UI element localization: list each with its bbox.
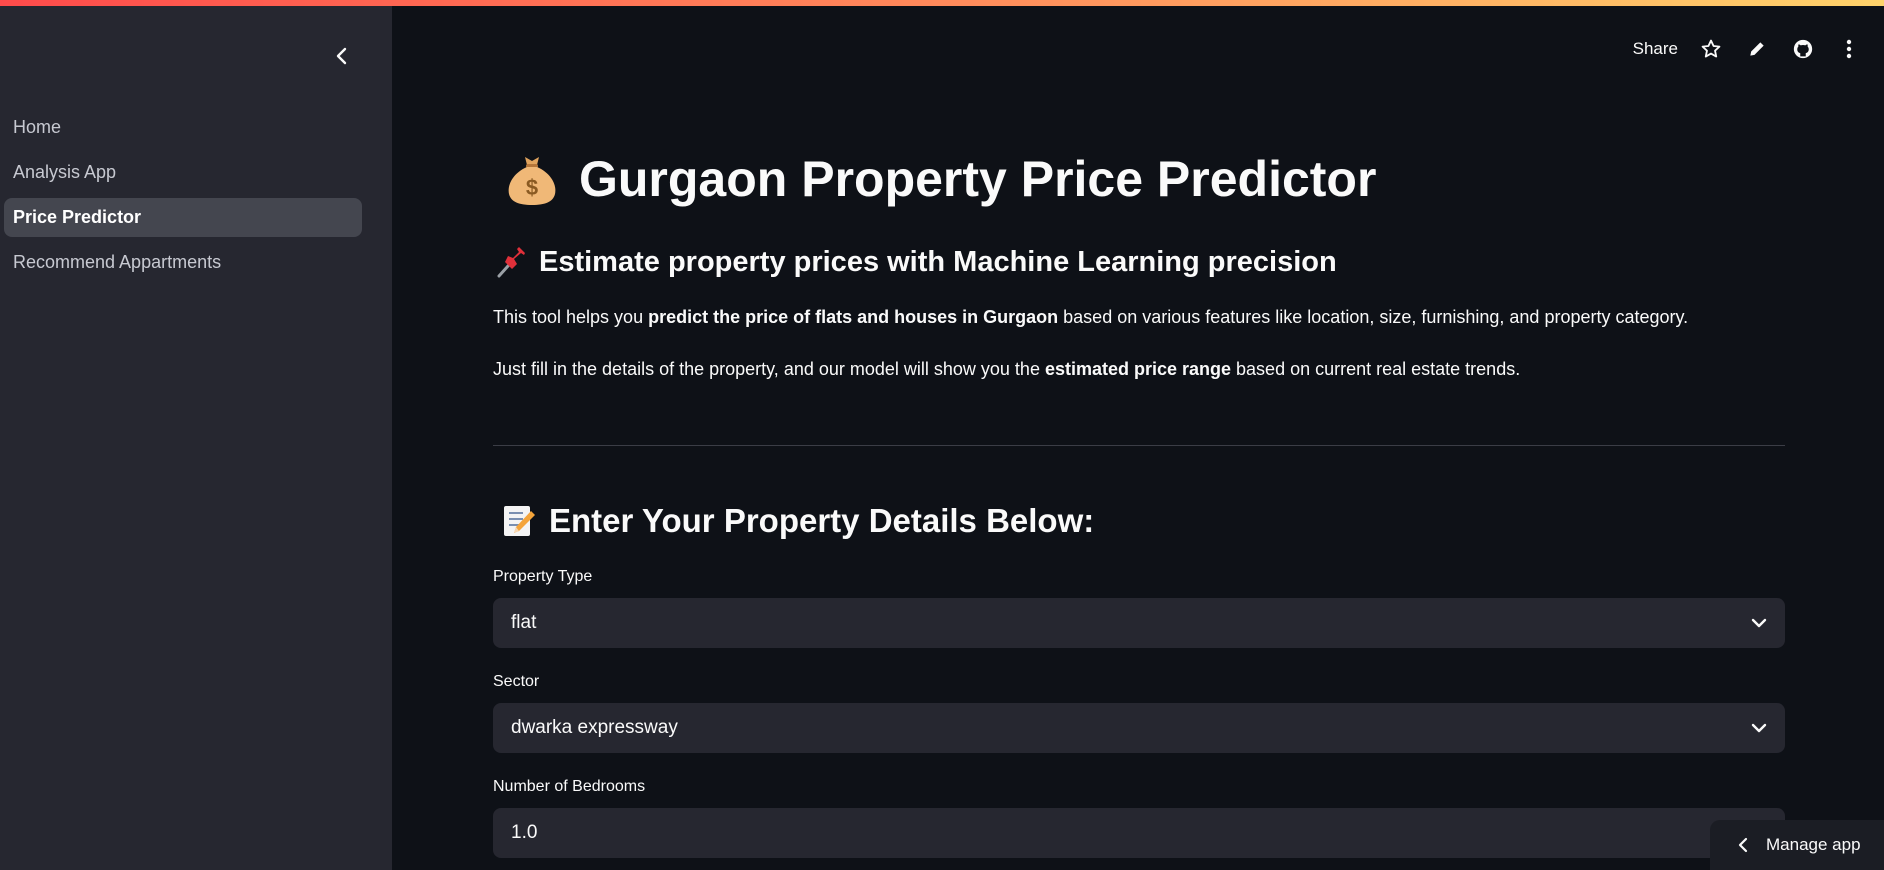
section-title: Enter Your Property Details Below: bbox=[501, 502, 1094, 540]
bedrooms-value: 1.0 bbox=[511, 822, 538, 843]
sector-label: Sector bbox=[493, 673, 540, 690]
intro-paragraph: This tool helps you predict the price of… bbox=[493, 307, 1688, 328]
chevron-left-icon bbox=[336, 47, 347, 65]
sidebar-item-price-predictor[interactable]: Price Predictor bbox=[4, 198, 362, 237]
memo-icon bbox=[501, 503, 537, 539]
sidebar-item-analysis-app[interactable]: Analysis App bbox=[4, 153, 362, 192]
pencil-icon[interactable] bbox=[1744, 36, 1770, 62]
property-type-select[interactable]: flat bbox=[493, 598, 1785, 648]
chevron-left-icon bbox=[1738, 837, 1748, 853]
svg-text:$: $ bbox=[526, 175, 538, 200]
instructions-text: Just fill in the details of the property… bbox=[493, 359, 1045, 379]
instructions-bold-text: estimated price range bbox=[1044, 359, 1232, 379]
chevron-down-icon bbox=[1751, 723, 1767, 733]
instructions-paragraph: Just fill in the details of the property… bbox=[493, 359, 1520, 380]
page-subtitle-text: Estimate property prices with Machine Le… bbox=[539, 245, 1337, 278]
manage-app-button[interactable]: Manage app bbox=[1710, 820, 1884, 870]
sector-value: dwarka expressway bbox=[511, 717, 678, 738]
section-title-text: Enter Your Property Details Below: bbox=[549, 502, 1095, 539]
manage-app-label: Manage app bbox=[1766, 835, 1861, 854]
more-vertical-icon[interactable] bbox=[1836, 36, 1862, 62]
intro-bold-text: predict the price of flats and houses in… bbox=[648, 307, 1059, 327]
divider bbox=[493, 445, 1785, 446]
star-icon[interactable] bbox=[1698, 36, 1724, 62]
bedrooms-label: Number of Bedrooms bbox=[493, 778, 646, 795]
header-actions: Share bbox=[1633, 34, 1862, 64]
page-subtitle: Estimate property prices with Machine Le… bbox=[495, 245, 1337, 279]
property-type-label: Property Type bbox=[493, 568, 593, 585]
intro-text-end: based on various features like location,… bbox=[1058, 307, 1689, 327]
sector-select[interactable]: dwarka expressway bbox=[493, 703, 1785, 753]
intro-text: This tool helps you bbox=[493, 307, 649, 327]
github-icon[interactable] bbox=[1790, 36, 1816, 62]
page-title-text: Gurgaon Property Price Predictor bbox=[579, 151, 1377, 207]
collapse-sidebar-button[interactable] bbox=[330, 44, 354, 68]
instructions-text-end: based on current real estate trends. bbox=[1231, 359, 1521, 379]
page-title: $ Gurgaon Property Price Predictor bbox=[505, 150, 1376, 208]
top-decoration-bar bbox=[0, 0, 1884, 6]
property-type-value: flat bbox=[511, 612, 537, 633]
sidebar-item-home[interactable]: Home bbox=[4, 108, 362, 147]
money-bag-icon: $ bbox=[505, 151, 559, 207]
chevron-down-icon bbox=[1751, 618, 1767, 628]
bedrooms-select[interactable]: 1.0 bbox=[493, 808, 1785, 858]
sidebar-nav: Home Analysis App Price Predictor Recomm… bbox=[4, 108, 362, 288]
sidebar-item-recommend-appartments[interactable]: Recommend Appartments bbox=[4, 243, 362, 282]
share-button[interactable]: Share bbox=[1633, 39, 1678, 59]
pushpin-icon bbox=[495, 245, 529, 279]
sidebar: Home Analysis App Price Predictor Recomm… bbox=[0, 6, 392, 870]
